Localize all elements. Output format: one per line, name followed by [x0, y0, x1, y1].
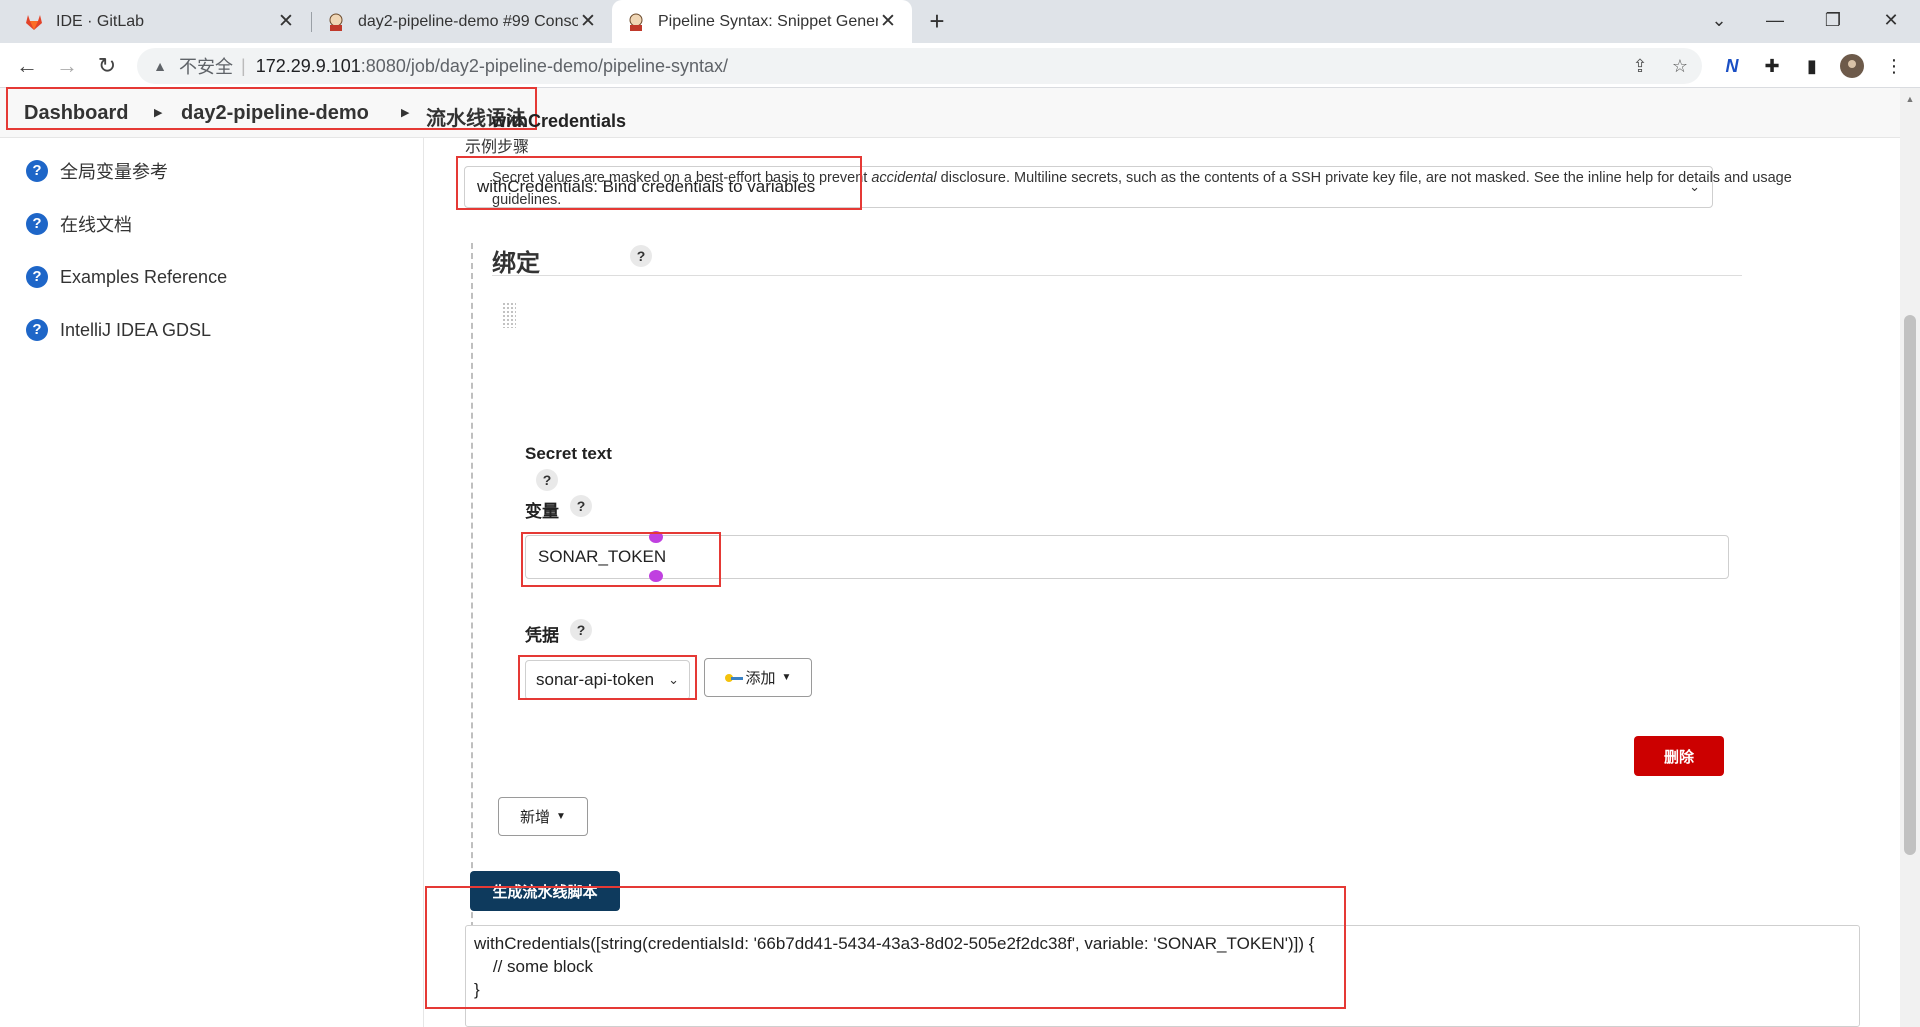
sidebar-item-label: IntelliJ IDEA GDSL — [60, 319, 212, 340]
step-config-section — [471, 243, 1471, 968]
back-icon[interactable]: ← — [10, 49, 44, 83]
extensions-puzzle-icon[interactable]: ✚ — [1760, 54, 1784, 78]
side-panel-icon[interactable]: ▮ — [1800, 54, 1824, 78]
avatar[interactable] — [1840, 54, 1864, 78]
bookmark-star-icon[interactable]: ☆ — [1668, 54, 1692, 78]
tab-title: IDE · GitLab — [56, 12, 145, 30]
step-title: withCredentials — [492, 111, 627, 131]
tab-title: Pipeline Syntax: Snippet Generator — [658, 12, 878, 30]
address-host: 172.29.9.101 — [255, 55, 361, 76]
description-emphasis: accidental — [871, 170, 937, 186]
share-icon[interactable]: ⇪ — [1628, 54, 1652, 78]
help-icon: ? — [26, 160, 48, 182]
drag-handle-icon[interactable] — [502, 302, 516, 328]
help-icon: ? — [26, 266, 48, 288]
annotation-highlight — [456, 156, 862, 210]
extension-n-icon[interactable]: N — [1720, 54, 1744, 78]
add-credential-button[interactable]: 添加 ▼ — [704, 658, 812, 697]
help-icon[interactable]: ? — [570, 619, 592, 641]
close-icon[interactable]: ✕ — [276, 10, 296, 33]
tab-search-icon[interactable]: ⌄ — [1690, 0, 1748, 40]
restore-icon[interactable]: ❐ — [1804, 0, 1862, 40]
minimize-icon[interactable]: — — [1746, 0, 1804, 40]
browser-toolbar: ← → ↻ ▲ 不安全 | 172.29.9.101:8080/job/day2… — [0, 43, 1920, 88]
annotation-highlight — [425, 886, 1346, 1009]
tab-gitlab[interactable]: IDE · GitLab ✕ — [10, 0, 310, 43]
annotation-highlight — [518, 655, 697, 700]
annotation-highlight — [6, 87, 537, 130]
window-close-icon[interactable]: ✕ — [1862, 0, 1920, 40]
help-icon[interactable]: ? — [536, 469, 558, 491]
gitlab-icon — [26, 14, 42, 30]
key-icon — [724, 673, 743, 683]
sidebar-item-label: Examples Reference — [60, 266, 228, 287]
delete-button[interactable]: 删除 — [1634, 736, 1724, 776]
tab-console[interactable]: day2-pipeline-demo #99 Console ✕ — [312, 0, 612, 43]
sidebar-item-label: 全局变量参考 — [60, 162, 168, 182]
add-label: 添加 — [745, 670, 776, 687]
sidebar-item-global-variables[interactable]: ? 全局变量参考 — [26, 158, 168, 184]
tab-title: day2-pipeline-demo #99 Console — [358, 12, 578, 30]
credentials-label: 凭据 — [525, 626, 559, 645]
browser-tab-bar: IDE · GitLab ✕ day2-pipeline-demo #99 Co… — [0, 0, 1920, 43]
help-icon: ? — [26, 213, 48, 235]
address-path: :8080/job/day2-pipeline-demo/pipeline-sy… — [360, 55, 729, 76]
close-icon[interactable]: ✕ — [878, 10, 898, 33]
sidebar-item-intellij-gdsl[interactable]: ? IntelliJ IDEA GDSL — [26, 317, 211, 343]
jenkins-icon — [629, 13, 643, 31]
sidebar-item-online-docs[interactable]: ? 在线文档 — [26, 211, 132, 237]
forward-icon[interactable]: → — [50, 49, 84, 83]
scrollbar-thumb[interactable] — [1904, 315, 1916, 855]
new-binding-button[interactable]: 新增 ▼ — [498, 797, 588, 836]
section-divider — [492, 275, 1742, 276]
caret-down-icon: ▼ — [781, 672, 792, 683]
security-label: 不安全 — [179, 57, 233, 77]
new-label: 新增 — [520, 809, 551, 826]
address-divider: | — [241, 55, 246, 76]
help-icon[interactable]: ? — [570, 495, 592, 517]
sidebar: ? 全局变量参考 ? 在线文档 ? Examples Reference ? I… — [0, 138, 424, 1027]
variable-label: 变量 — [525, 502, 559, 521]
new-tab-button[interactable]: + — [922, 6, 952, 36]
warning-icon: ▲ — [153, 58, 167, 74]
tab-pipeline-syntax[interactable]: Pipeline Syntax: Snippet Generator ✕ — [612, 0, 912, 43]
help-icon: ? — [26, 319, 48, 341]
sidebar-item-examples-reference[interactable]: ? Examples Reference — [26, 264, 227, 290]
close-icon[interactable]: ✕ — [578, 10, 598, 33]
jenkins-icon — [329, 13, 343, 31]
help-icon[interactable]: ? — [630, 245, 652, 267]
menu-kebab-icon[interactable]: ⋮ — [1882, 54, 1906, 78]
reload-icon[interactable]: ↻ — [90, 49, 124, 83]
sample-step-label: 示例步骤 — [465, 139, 530, 156]
sidebar-item-label: 在线文档 — [60, 215, 132, 235]
annotation-highlight — [521, 532, 721, 587]
binding-type: Secret text — [525, 444, 612, 463]
caret-down-icon: ▼ — [556, 811, 566, 822]
address-bar[interactable]: ▲ 不安全 | 172.29.9.101:8080/job/day2-pipel… — [137, 48, 1702, 84]
bindings-title: 绑定 — [492, 250, 540, 277]
scroll-up-icon[interactable]: ▲ — [1904, 94, 1916, 104]
